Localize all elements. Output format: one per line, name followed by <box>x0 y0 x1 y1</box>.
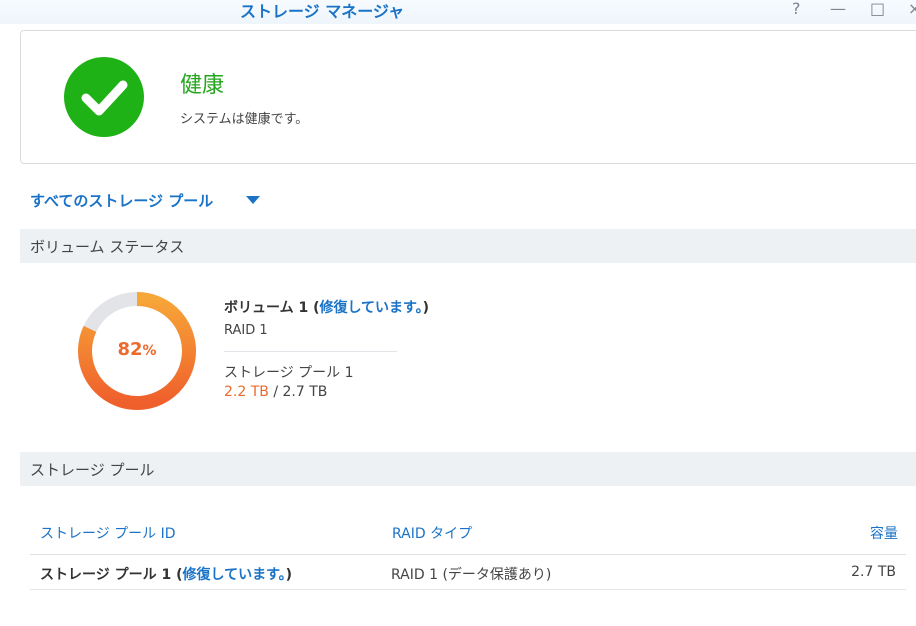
pool-name-close: ) <box>285 567 293 583</box>
health-title: 健康 <box>180 73 225 98</box>
checkmark-icon <box>81 80 128 116</box>
capacity-cell: 2.7 TB <box>851 564 896 580</box>
usage-total: 2.7 TB <box>282 384 328 400</box>
volume-usage: 2.2 TB / 2.7 TB <box>224 384 327 400</box>
volume-storage-pool: ストレージ プール 1 <box>224 365 354 381</box>
volume-status-label: ボリューム ステータス <box>30 238 185 256</box>
table-header: ストレージ プール ID RAID タイプ 容量 <box>30 520 906 555</box>
window-title: ストレージ マネージャ <box>240 2 405 21</box>
storage-pool-header: ストレージ プール <box>20 452 916 486</box>
column-header-pool-id[interactable]: ストレージ プール ID <box>40 523 176 543</box>
volume-name-text: ボリューム 1 ( <box>224 300 320 316</box>
volume-repair-link[interactable]: 修復しています。 <box>319 300 422 316</box>
close-icon[interactable]: × <box>908 0 916 18</box>
usage-percent-number: 82 <box>117 339 143 360</box>
maximize-icon[interactable]: □ <box>870 0 885 18</box>
help-icon[interactable]: ? <box>792 0 801 18</box>
raid-type-cell: RAID 1 (データ保護あり) <box>391 567 552 583</box>
column-header-capacity[interactable]: 容量 <box>870 523 898 543</box>
pool-name-cell: ストレージ プール 1 (修復しています。) <box>40 564 292 584</box>
volume-name: ボリューム 1 (修復しています。) <box>224 297 429 317</box>
volume-status-header: ボリューム ステータス <box>20 229 916 263</box>
pool-name-text: ストレージ プール 1 ( <box>40 567 183 583</box>
usage-used: 2.2 TB <box>224 384 269 400</box>
storage-pool-selector[interactable]: すべてのストレージ プール <box>30 190 213 211</box>
divider <box>224 351 397 352</box>
volume-raid-level: RAID 1 <box>224 323 268 338</box>
usage-separator: / <box>268 384 283 400</box>
column-header-raid-type[interactable]: RAID タイプ <box>392 523 472 543</box>
table-row[interactable]: ストレージ プール 1 (修復しています。) RAID 1 (データ保護あり) … <box>30 555 906 590</box>
title-bar: ストレージ マネージャ ? — □ × <box>0 0 916 24</box>
usage-percent-sign: % <box>142 343 157 359</box>
health-description: システムは健康です。 <box>180 112 309 127</box>
usage-percent: 82% <box>76 339 198 360</box>
health-status-icon <box>64 57 144 137</box>
health-card: 健康 システムは健康です。 <box>20 30 916 164</box>
volume-name-close: ) <box>422 300 430 316</box>
pool-repair-link[interactable]: 修復しています。 <box>182 567 285 583</box>
minimize-icon[interactable]: — <box>830 0 846 18</box>
chevron-down-icon[interactable] <box>246 196 260 204</box>
storage-pool-label: ストレージ プール <box>30 461 155 479</box>
